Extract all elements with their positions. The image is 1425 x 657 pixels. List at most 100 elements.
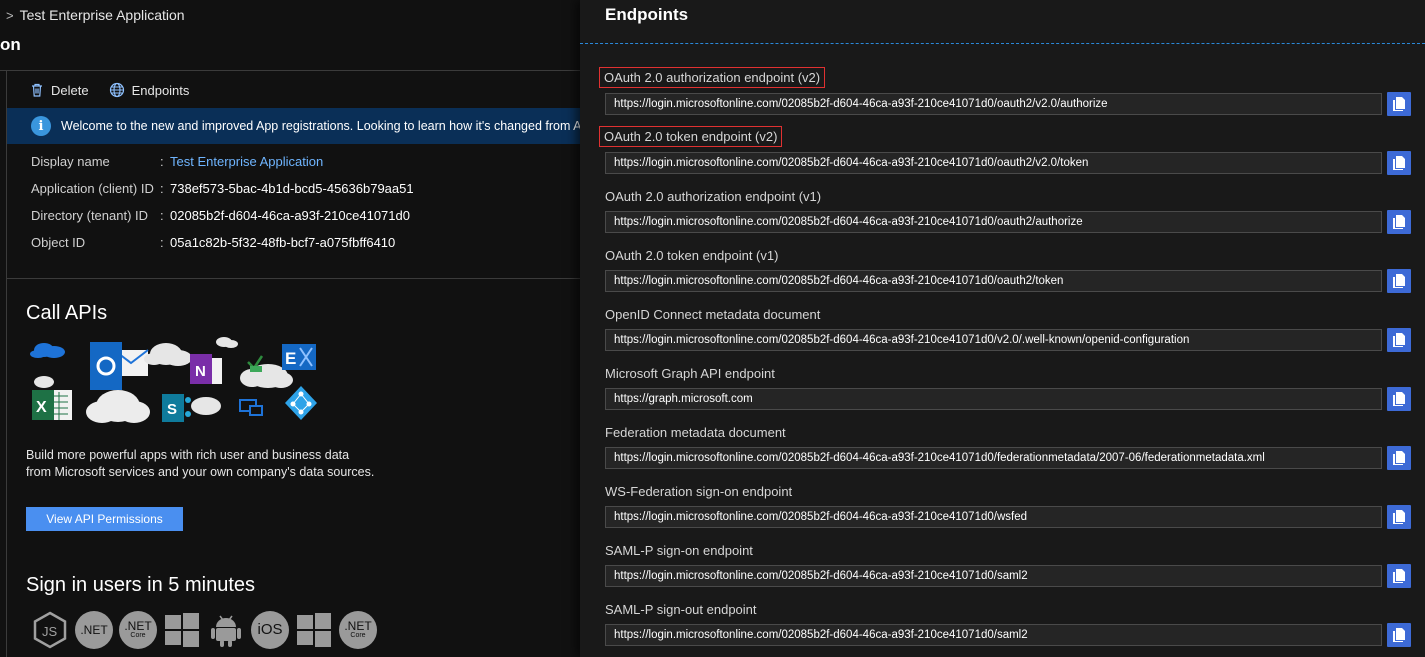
platform-label: .NET xyxy=(80,623,108,637)
copy-button[interactable] xyxy=(1387,328,1411,352)
endpoint-url-field[interactable]: https://login.microsoftonline.com/02085b… xyxy=(605,270,1382,292)
property-colon: : xyxy=(160,208,164,223)
onenote-icon: N xyxy=(190,354,222,384)
property-label: Application (client) ID xyxy=(31,181,154,196)
copy-icon xyxy=(1393,510,1405,524)
globe-icon xyxy=(109,82,124,98)
copy-icon xyxy=(1393,451,1405,465)
property-label: Display name xyxy=(31,154,110,169)
property-colon: : xyxy=(160,181,164,196)
copy-button[interactable] xyxy=(1387,269,1411,293)
page-title-row: on xyxy=(0,30,580,71)
exchange-icon: E xyxy=(282,344,316,370)
banner-text: Welcome to the new and improved App regi… xyxy=(61,119,580,133)
android-icon[interactable] xyxy=(207,611,245,649)
copy-button[interactable] xyxy=(1387,210,1411,234)
endpoint-label: OpenID Connect metadata document xyxy=(605,307,821,322)
breadcrumb: > Test Enterprise Application xyxy=(0,0,185,30)
platform-label: .NET xyxy=(124,619,152,633)
endpoint-url-field[interactable]: https://login.microsoftonline.com/02085b… xyxy=(605,506,1382,528)
page-title: on xyxy=(0,35,21,54)
sharepoint-icon: S xyxy=(162,394,221,422)
endpoint-url-field[interactable]: https://login.microsoftonline.com/02085b… xyxy=(605,624,1382,646)
devices-icon xyxy=(239,399,263,416)
info-icon: i xyxy=(31,116,51,136)
copy-icon xyxy=(1393,274,1405,288)
call-apis-description: Build more powerful apps with rich user … xyxy=(26,448,375,479)
view-api-permissions-button[interactable]: View API Permissions xyxy=(26,507,183,531)
property-label: Object ID xyxy=(31,235,86,250)
dotnet-core-icon[interactable]: .NET Core xyxy=(119,611,157,649)
platform-label: .NET xyxy=(344,619,372,633)
windows-icon[interactable] xyxy=(163,611,201,649)
copy-icon xyxy=(1393,215,1405,229)
platform-sublabel: Core xyxy=(350,632,366,639)
copy-icon xyxy=(1393,628,1405,642)
endpoint-url-field[interactable]: https://login.microsoftonline.com/02085b… xyxy=(605,93,1382,115)
azure-ad-icon xyxy=(285,386,317,420)
endpoint-label: OAuth 2.0 authorization endpoint (v2) xyxy=(598,67,826,88)
pane-divider xyxy=(6,71,7,657)
windows-icon[interactable] xyxy=(295,611,333,649)
copy-icon xyxy=(1393,156,1405,170)
tenant-id-value[interactable]: 02085b2f-d604-46ca-a93f-210ce41071d0 xyxy=(170,206,410,226)
endpoint-url-field[interactable]: https://login.microsoftonline.com/02085b… xyxy=(605,565,1382,587)
copy-icon xyxy=(1393,333,1405,347)
microsoft-services-illustration: N E X S xyxy=(30,337,317,423)
cloud-icon xyxy=(86,390,150,423)
ios-icon[interactable]: iOS xyxy=(251,611,289,649)
cloud-icon xyxy=(34,376,54,388)
outlook-icon xyxy=(90,342,149,390)
copy-button[interactable] xyxy=(1387,151,1411,175)
nodejs-icon[interactable]: JS xyxy=(31,611,69,649)
platform-sublabel: Core xyxy=(130,632,146,639)
endpoints-label: Endpoints xyxy=(131,82,190,98)
copy-icon xyxy=(1393,569,1405,583)
excel-icon: X xyxy=(32,390,72,420)
app-overview-pane: > Test Enterprise Application on Delete … xyxy=(0,0,580,657)
copy-button[interactable] xyxy=(1387,92,1411,116)
copy-button[interactable] xyxy=(1387,564,1411,588)
svg-text:S: S xyxy=(167,401,177,418)
endpoint-label: WS-Federation sign-on endpoint xyxy=(605,484,793,499)
endpoint-label: OAuth 2.0 authorization endpoint (v1) xyxy=(605,189,822,204)
endpoint-url-field[interactable]: https://login.microsoftonline.com/02085b… xyxy=(605,152,1382,174)
svg-text:X: X xyxy=(36,399,47,416)
dotnet-icon[interactable]: .NET xyxy=(75,611,113,649)
info-banner[interactable]: i Welcome to the new and improved App re… xyxy=(7,108,580,144)
onedrive-icon xyxy=(30,343,65,358)
endpoint-url-field[interactable]: https://graph.microsoft.com xyxy=(605,388,1382,410)
endpoint-url-field[interactable]: https://login.microsoftonline.com/02085b… xyxy=(605,211,1382,233)
blade-header-divider xyxy=(580,43,1425,44)
delete-button[interactable]: Delete xyxy=(30,83,89,98)
copy-button[interactable] xyxy=(1387,505,1411,529)
endpoint-label: SAML-P sign-out endpoint xyxy=(605,602,757,617)
endpoint-label: Federation metadata document xyxy=(605,425,786,440)
trash-icon xyxy=(32,83,42,97)
dotnet-core-icon[interactable]: .NET Core xyxy=(339,611,377,649)
object-id-value[interactable]: 05a1c82b-5f32-48fb-bcf7-a075fbff6410 xyxy=(170,233,395,253)
property-colon: : xyxy=(160,154,164,169)
copy-icon xyxy=(1393,97,1405,111)
breadcrumb-item[interactable]: Test Enterprise Application xyxy=(20,7,185,23)
endpoints-button[interactable]: Endpoints xyxy=(109,82,190,98)
endpoint-label: OAuth 2.0 token endpoint (v1) xyxy=(605,248,779,263)
platform-list: JS .NET .NET Core iOS .NET Core xyxy=(31,611,383,649)
platform-label: JS xyxy=(42,624,58,639)
endpoint-label: SAML-P sign-on endpoint xyxy=(605,543,753,558)
display-name-link[interactable]: Test Enterprise Application xyxy=(170,152,323,172)
command-bar: Delete Endpoints xyxy=(30,78,209,102)
endpoint-label: Microsoft Graph API endpoint xyxy=(605,366,775,381)
delete-label: Delete xyxy=(51,82,89,98)
endpoint-url-field[interactable]: https://login.microsoftonline.com/02085b… xyxy=(605,329,1382,351)
copy-button[interactable] xyxy=(1387,446,1411,470)
copy-button[interactable] xyxy=(1387,387,1411,411)
property-colon: : xyxy=(160,235,164,250)
svg-text:N: N xyxy=(195,363,206,380)
client-id-value[interactable]: 738ef573-5bac-4b1d-bcd5-45636b79aa51 xyxy=(170,179,414,199)
section-divider xyxy=(7,278,580,279)
call-apis-title: Call APIs xyxy=(26,302,108,324)
chevron-right-icon: > xyxy=(6,7,14,23)
endpoint-url-field[interactable]: https://login.microsoftonline.com/02085b… xyxy=(605,447,1382,469)
copy-button[interactable] xyxy=(1387,623,1411,647)
